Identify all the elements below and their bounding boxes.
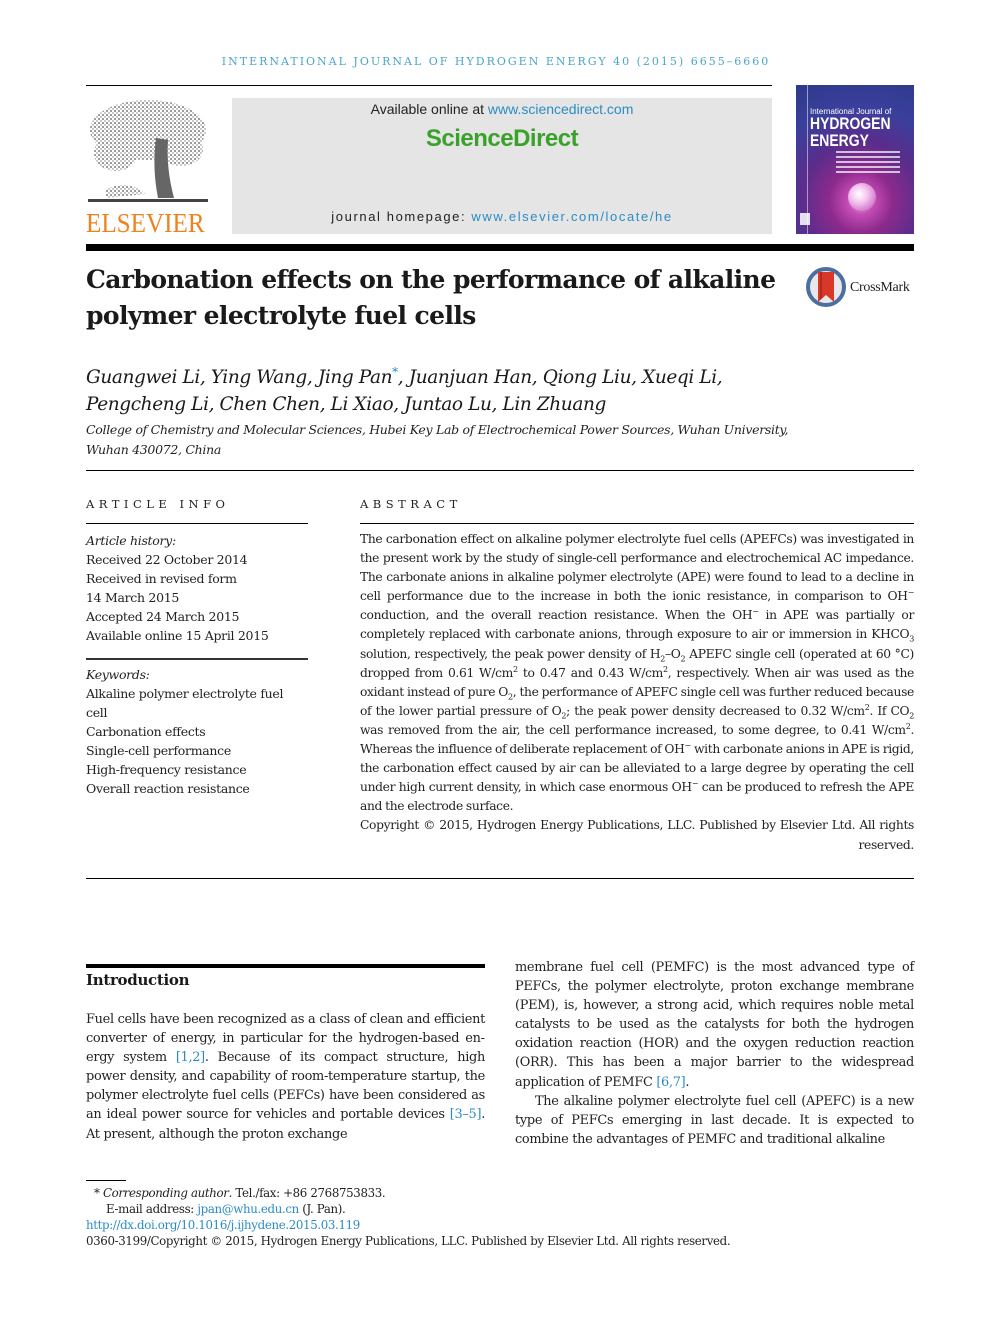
body-column-right: membrane fuel cell (PEMFC) is the most a…: [515, 958, 914, 1149]
keyword-item: High-frequency resistance: [86, 762, 247, 777]
abstract-label: ABSTRACT: [360, 497, 462, 511]
citation-link[interactable]: [6,7]: [656, 1075, 685, 1090]
sciencedirect-logo[interactable]: ScienceDirect: [232, 125, 772, 153]
corresponding-author-footnote: * Corresponding author. Tel./fax: +86 27…: [94, 1186, 386, 1200]
introduction-paragraph: membrane fuel cell (PEMFC) is the most a…: [515, 960, 914, 1090]
elsevier-logo[interactable]: ELSEVIER: [86, 98, 210, 238]
history-item: Received in revised form: [86, 571, 237, 586]
crossmark-label: CrossMark: [850, 280, 910, 295]
introduction-heading: Introduction: [86, 971, 190, 989]
footnote-rule: [86, 1180, 126, 1181]
masthead-top-rule: [86, 85, 772, 86]
issn-copyright: 0360-3199/Copyright © 2015, Hydrogen Ene…: [86, 1234, 731, 1248]
cover-title-main: HYDROGEN ENERGY: [810, 115, 891, 149]
sciencedirect-panel: Available online at www.sciencedirect.co…: [232, 98, 772, 234]
keyword-item: cell: [86, 705, 108, 720]
introduction-paragraph: The alkaline polymer electrolyte fuel ce…: [515, 1093, 914, 1147]
authors-line2: Pengcheng Li, Chen Chen, Li Xiao, Juntao…: [86, 394, 606, 416]
journal-homepage-prefix: journal homepage:: [331, 209, 472, 224]
author-list: Guangwei Li, Ying Wang, Jing Pan*, Juanj…: [86, 359, 806, 418]
abstract-body: The carbonation effect on alkaline polym…: [360, 530, 914, 855]
introduction-paragraph: Fuel cells have been recognized as a cla…: [86, 1012, 486, 1142]
keyword-item: Overall reaction resistance: [86, 781, 250, 796]
title-line2: polymer electrolyte fuel cells: [86, 301, 476, 330]
article-history-heading: Article history:: [86, 533, 176, 548]
email-link[interactable]: jpan@whu.edu.cn: [197, 1202, 299, 1216]
body-column-left: Fuel cells have been recognized as a cla…: [86, 1010, 485, 1144]
doi-line: http://dx.doi.org/10.1016/j.ijhydene.201…: [86, 1217, 916, 1233]
journal-homepage-link[interactable]: www.elsevier.com/locate/he: [471, 209, 672, 224]
keywords-rule: [86, 658, 308, 660]
cover-publisher-mark: [800, 213, 810, 225]
abstract-copyright: Copyright © 2015, Hydrogen Energy Public…: [360, 818, 914, 852]
doi-link[interactable]: http://dx.doi.org/10.1016/j.ijhydene.201…: [86, 1218, 360, 1232]
cover-strip: [807, 85, 808, 234]
keyword-item: Alkaline polymer electrolyte fuel: [86, 686, 284, 701]
keywords-heading: Keywords:: [86, 667, 150, 682]
running-head: INTERNATIONAL JOURNAL OF HYDROGEN ENERGY…: [221, 55, 771, 68]
cover-title-line3: ENERGY: [810, 131, 869, 150]
history-item: 14 March 2015: [86, 590, 180, 605]
affiliation-line1: College of Chemistry and Molecular Scien…: [86, 422, 789, 437]
authors-part2: , Juanjuan Han, Qiong Liu, Xueqi Li,: [397, 367, 723, 389]
abstract-end-rule: [86, 878, 914, 879]
history-item: Accepted 24 March 2015: [86, 609, 240, 624]
keyword-item: Carbonation effects: [86, 724, 206, 739]
abstract-rule: [360, 523, 914, 524]
authors-part1: Guangwei Li, Ying Wang, Jing Pan: [86, 367, 393, 389]
email-footnote: E-mail address: jpan@whu.edu.cn (J. Pan)…: [106, 1202, 346, 1216]
history-item: Received 22 October 2014: [86, 552, 248, 567]
cover-orb: [848, 183, 876, 211]
citation-link[interactable]: [1,2]: [176, 1050, 205, 1065]
available-online-prefix: Available online at: [370, 101, 488, 117]
history-item: Available online 15 April 2015: [86, 628, 269, 643]
citation-link[interactable]: [3–5]: [450, 1107, 482, 1122]
affiliation: College of Chemistry and Molecular Scien…: [86, 420, 806, 460]
cover-editor-lines: [836, 151, 900, 176]
sciencedirect-link[interactable]: www.sciencedirect.com: [488, 101, 634, 117]
article-info-rule: [86, 523, 308, 524]
elsevier-tree-icon: [88, 100, 208, 202]
masthead-bottom-rule: [86, 244, 914, 251]
keywords: Keywords: Alkaline polymer electrolyte f…: [86, 665, 308, 798]
article-info-label: ARTICLE INFO: [86, 497, 230, 511]
affiliation-line2: Wuhan 430072, China: [86, 442, 221, 457]
crossmark-icon: [806, 267, 846, 307]
journal-cover-image[interactable]: International Journal of HYDROGEN ENERGY: [796, 85, 914, 234]
footnotes: * Corresponding author. Tel./fax: +86 27…: [86, 1185, 916, 1249]
crossmark-button[interactable]: CrossMark: [806, 266, 916, 312]
title-line1: Carbonation effects on the performance o…: [86, 265, 776, 294]
keyword-item: Single-cell performance: [86, 743, 231, 758]
introduction-rule: [86, 964, 485, 968]
abstract-text: The carbonation effect on alkaline polym…: [360, 532, 914, 814]
journal-homepage: journal homepage: www.elsevier.com/locat…: [232, 209, 772, 224]
elsevier-wordmark: ELSEVIER: [86, 208, 205, 238]
available-online-text: Available online at www.sciencedirect.co…: [232, 101, 772, 117]
article-title: Carbonation effects on the performance o…: [86, 262, 786, 334]
article-history: Article history: Received 22 October 201…: [86, 531, 308, 645]
affiliation-rule: [86, 470, 914, 471]
